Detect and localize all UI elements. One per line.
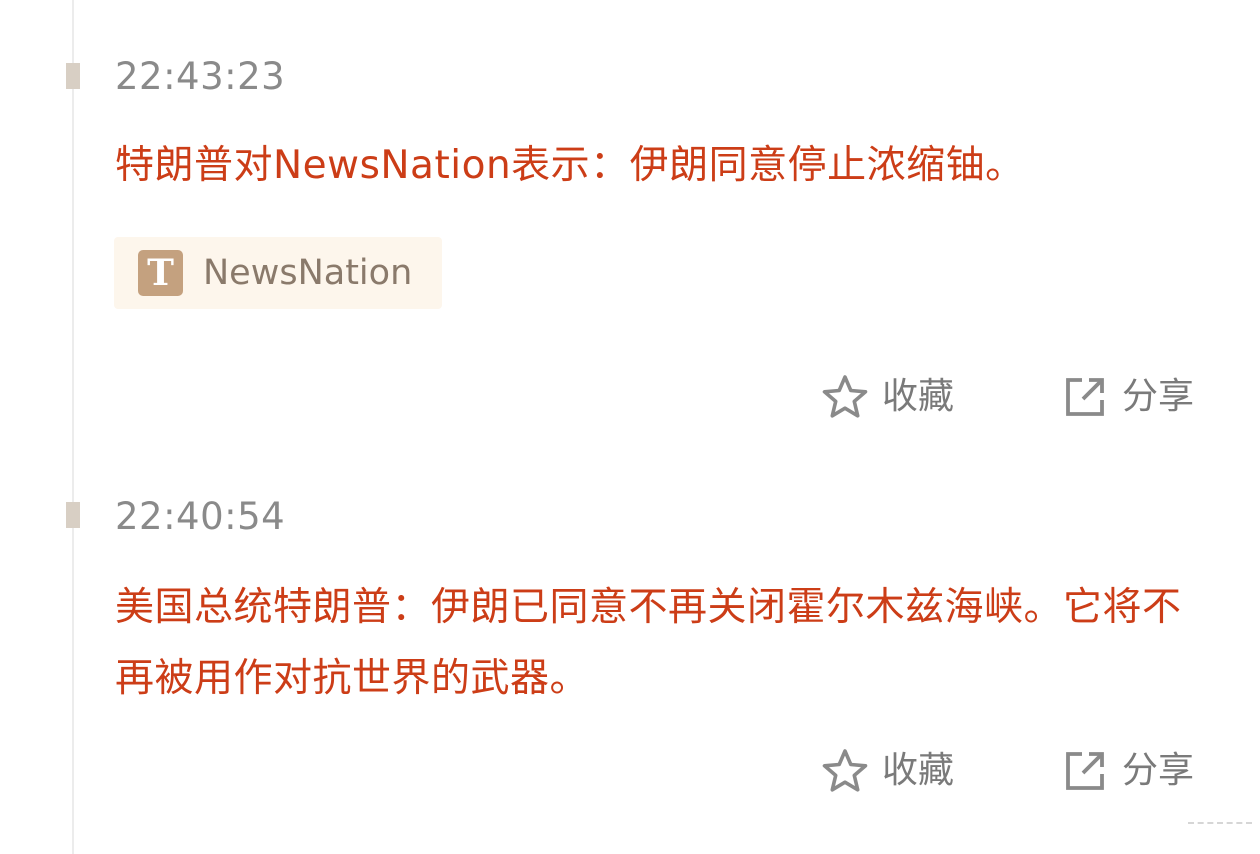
source-tag-label: NewsNation bbox=[203, 253, 413, 293]
share-label: 分享 bbox=[1122, 750, 1195, 791]
scroll-indicator bbox=[1188, 822, 1252, 830]
news-item: 22:40:54 美国总统特朗普：伊朗已同意不再关闭霍尔木兹海峡。它将不再被用作… bbox=[0, 460, 1260, 854]
favorite-label: 收藏 bbox=[882, 750, 955, 791]
favorite-button[interactable]: 收藏 bbox=[822, 372, 954, 422]
news-headline[interactable]: 美国总统特朗普：伊朗已同意不再关闭霍尔木兹海峡。它将不再被用作对抗世界的武器。 bbox=[115, 572, 1195, 714]
news-item: 22:43:23 特朗普对NewsNation表示：伊朗同意停止浓缩铀。 T N… bbox=[0, 0, 1260, 460]
share-button[interactable]: 分享 bbox=[1062, 372, 1194, 422]
timeline-marker bbox=[66, 502, 80, 528]
news-timestamp: 22:43:23 bbox=[115, 55, 286, 98]
source-logo-icon: T bbox=[138, 250, 183, 296]
external-share-icon bbox=[1066, 378, 1104, 416]
news-timestamp: 22:40:54 bbox=[115, 495, 286, 538]
favorite-label: 收藏 bbox=[882, 376, 955, 417]
source-tag[interactable]: T NewsNation bbox=[114, 237, 442, 309]
star-outline-icon bbox=[822, 749, 868, 792]
news-headline[interactable]: 特朗普对NewsNation表示：伊朗同意停止浓缩铀。 bbox=[115, 130, 1195, 201]
favorite-button[interactable]: 收藏 bbox=[822, 746, 954, 796]
news-feed-page: 22:43:23 特朗普对NewsNation表示：伊朗同意停止浓缩铀。 T N… bbox=[0, 0, 1260, 854]
share-button[interactable]: 分享 bbox=[1062, 746, 1194, 796]
external-share-icon bbox=[1066, 752, 1104, 790]
star-outline-icon bbox=[822, 375, 868, 418]
share-label: 分享 bbox=[1122, 376, 1195, 417]
timeline-marker bbox=[66, 63, 80, 89]
